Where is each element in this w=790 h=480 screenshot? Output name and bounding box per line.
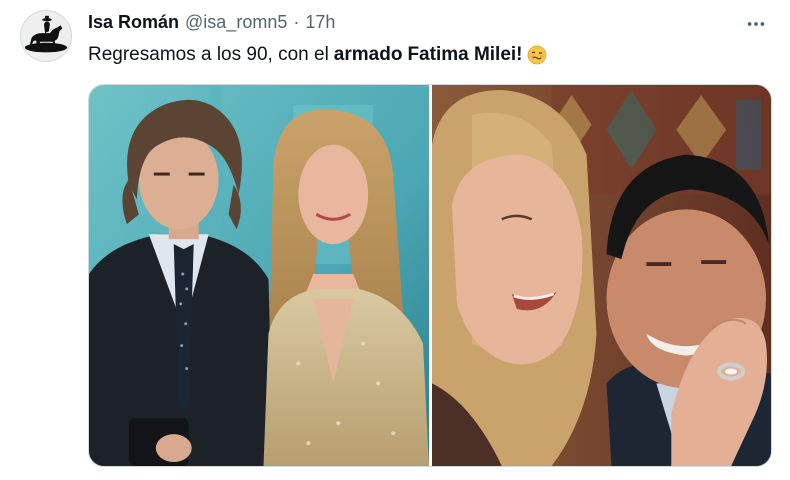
tweet-text: Regresamos a los 90, con el armado Fatim…	[88, 44, 547, 66]
more-horizontal-icon	[747, 22, 765, 26]
photo-left[interactable]	[89, 85, 429, 466]
horse-rider-silhouette-icon	[21, 11, 71, 61]
more-options-button[interactable]	[742, 12, 770, 36]
tweet-text-bold-name: Fatima Milei!	[407, 44, 523, 65]
photo-right[interactable]	[432, 85, 771, 466]
tweet-text-bold-armado: armado	[333, 44, 403, 65]
author-display-name[interactable]: Isa Román	[88, 12, 179, 33]
tweet-header: Isa Román @isa_romn5 · 17h	[88, 12, 335, 33]
photo-right-image	[432, 85, 771, 466]
woozy-face-emoji-icon	[527, 45, 546, 65]
separator-dot: ·	[293, 12, 300, 32]
photo-left-image	[89, 85, 429, 466]
author-handle[interactable]: @isa_romn5	[185, 12, 287, 33]
tweet-card[interactable]: Isa Román @isa_romn5 · 17h Regresamos a …	[0, 0, 790, 480]
author-avatar[interactable]	[20, 10, 72, 62]
tweet-timestamp[interactable]: 17h	[305, 12, 335, 33]
tweet-media	[88, 84, 772, 467]
tweet-text-prefix: Regresamos a los 90, con el	[88, 44, 329, 65]
